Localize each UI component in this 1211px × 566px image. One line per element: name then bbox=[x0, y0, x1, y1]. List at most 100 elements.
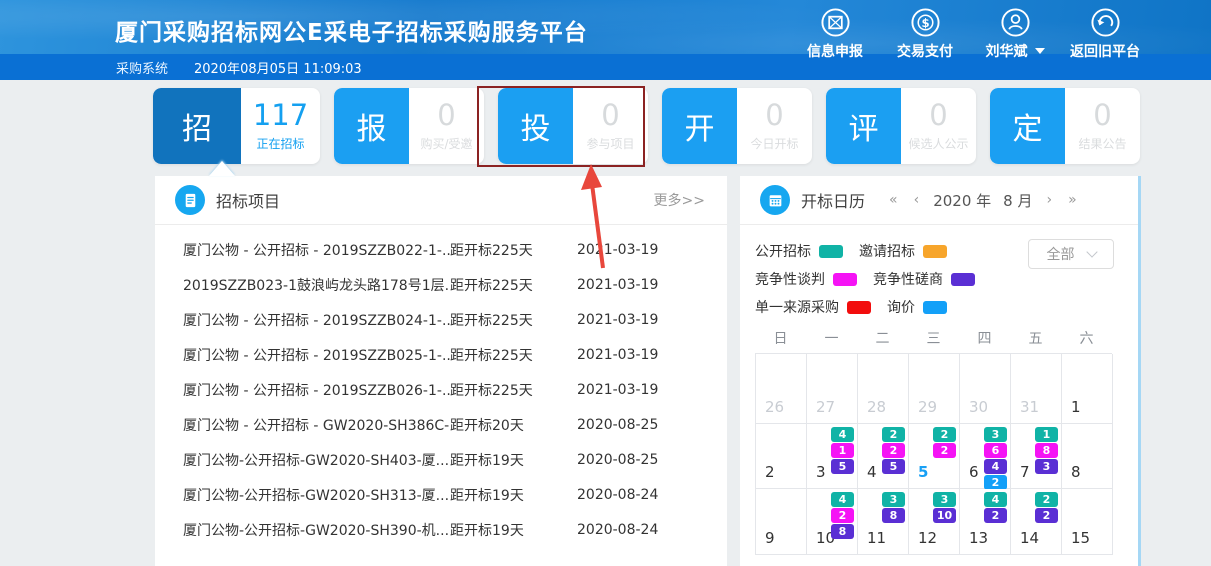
calendar-day-15[interactable]: 15 bbox=[1062, 489, 1113, 555]
next-year-button[interactable]: » bbox=[1066, 192, 1079, 208]
badge-negotiation[interactable]: 1 bbox=[831, 443, 854, 458]
project-row-7[interactable]: 厦门公物-公开招标-GW2020-SH403-厦...距开标19天2020-08… bbox=[155, 442, 727, 477]
calendar-day-30[interactable]: 30 bbox=[960, 354, 1011, 424]
badge-open[interactable]: 2 bbox=[933, 427, 956, 442]
stat-key: 招 bbox=[153, 88, 241, 164]
stat-label: 今日开标 bbox=[750, 135, 798, 152]
project-row-4[interactable]: 厦门公物 - 公开招标 - 2019SZZB025-1-...距开标225天20… bbox=[155, 337, 727, 372]
calendar-icon bbox=[760, 185, 790, 215]
project-date: 2020-08-24 bbox=[577, 522, 727, 538]
day-number: 27 bbox=[816, 398, 835, 416]
project-row-2[interactable]: 2019SZZB023-1鼓浪屿龙头路178号1层...距开标225天2021-… bbox=[155, 267, 727, 302]
chevron-down-icon[interactable] bbox=[1035, 48, 1045, 54]
badge-consultation[interactable]: 8 bbox=[831, 524, 854, 539]
project-countdown: 距开标225天 bbox=[450, 275, 577, 295]
next-month-button[interactable]: › bbox=[1044, 192, 1054, 208]
project-countdown: 距开标19天 bbox=[450, 485, 577, 505]
datetime-label: 2020年08月05日 11:09:03 bbox=[194, 58, 362, 77]
day-number: 7 bbox=[1020, 463, 1030, 481]
project-row-3[interactable]: 厦门公物 - 公开招标 - 2019SZZB024-1-...距开标225天20… bbox=[155, 302, 727, 337]
day-number: 1 bbox=[1071, 398, 1081, 416]
stat-key: 报 bbox=[334, 88, 409, 164]
calendar-day-29[interactable]: 29 bbox=[909, 354, 960, 424]
badge-open[interactable]: 2 bbox=[882, 427, 905, 442]
calendar-day-31[interactable]: 31 bbox=[1011, 354, 1062, 424]
badge-open[interactable]: 3 bbox=[882, 492, 905, 507]
calendar-day-9[interactable]: 9 bbox=[756, 489, 807, 555]
stat-card-6[interactable]: 定0结果公告 bbox=[990, 88, 1140, 164]
badge-consultation[interactable]: 2 bbox=[1035, 508, 1058, 523]
calendar-day-8[interactable]: 8 bbox=[1062, 424, 1113, 489]
calendar-panel-header: 开标日历 « ‹ 2020 年 8 月 › » bbox=[740, 176, 1138, 225]
project-row-8[interactable]: 厦门公物-公开招标-GW2020-SH313-厦...距开标19天2020-08… bbox=[155, 477, 727, 512]
badge-consultation[interactable]: 4 bbox=[984, 459, 1007, 474]
badge-consultation[interactable]: 5 bbox=[831, 459, 854, 474]
prev-month-button[interactable]: ‹ bbox=[912, 192, 922, 208]
stat-card-5[interactable]: 评0候选人公示 bbox=[826, 88, 976, 164]
badge-consultation[interactable]: 3 bbox=[1035, 459, 1058, 474]
badge-negotiation[interactable]: 2 bbox=[882, 443, 905, 458]
badge-consultation[interactable]: 5 bbox=[882, 459, 905, 474]
stat-card-4[interactable]: 开0今日开标 bbox=[662, 88, 812, 164]
calendar-panel: 开标日历 « ‹ 2020 年 8 月 › » 公开招标邀请招标竞争性谈判竞争性… bbox=[740, 176, 1141, 566]
badge-open[interactable]: 4 bbox=[831, 427, 854, 442]
weekday-label: 一 bbox=[806, 327, 857, 353]
app-header: 厦门采购招标网公E采电子招标采购服务平台 信息申报 $ 交易支付 刘华斌 bbox=[0, 0, 1211, 80]
projects-list: 厦门公物 - 公开招标 - 2019SZZB022-1-...距开标225天20… bbox=[155, 225, 727, 547]
badge-open[interactable]: 3 bbox=[933, 492, 956, 507]
badge-inquiry[interactable]: 2 bbox=[984, 475, 1007, 490]
nav-item-return-old[interactable]: 返回旧平台 bbox=[1065, 7, 1145, 61]
stat-card-1[interactable]: 招117正在招标 bbox=[153, 88, 320, 164]
project-row-9[interactable]: 厦门公物-公开招标-GW2020-SH390-机...距开标19天2020-08… bbox=[155, 512, 727, 547]
badge-consultation[interactable]: 10 bbox=[933, 508, 956, 523]
badge-open[interactable]: 4 bbox=[984, 492, 1007, 507]
calendar-day-26[interactable]: 26 bbox=[756, 354, 807, 424]
badge-negotiation[interactable]: 8 bbox=[1035, 443, 1058, 458]
calendar-day-6[interactable]: 63642 bbox=[960, 424, 1011, 489]
calendar-day-1[interactable]: 1 bbox=[1062, 354, 1113, 424]
day-number: 5 bbox=[918, 463, 928, 481]
calendar-day-4[interactable]: 4225 bbox=[858, 424, 909, 489]
badge-negotiation[interactable]: 2 bbox=[831, 508, 854, 523]
calendar-filter-dropdown[interactable]: 全部 bbox=[1028, 239, 1114, 269]
calendar-day-10[interactable]: 10428 bbox=[807, 489, 858, 555]
calendar-day-3[interactable]: 3415 bbox=[807, 424, 858, 489]
day-badges: 415 bbox=[831, 427, 854, 474]
project-row-5[interactable]: 厦门公物 - 公开招标 - 2019SZZB026-1-...距开标225天20… bbox=[155, 372, 727, 407]
badge-negotiation[interactable]: 6 bbox=[984, 443, 1007, 458]
badge-open[interactable]: 3 bbox=[984, 427, 1007, 442]
project-row-6[interactable]: 厦门公物 - 公开招标 - GW2020-SH386C-...距开标20天202… bbox=[155, 407, 727, 442]
project-row-1[interactable]: 厦门公物 - 公开招标 - 2019SZZB022-1-...距开标225天20… bbox=[155, 232, 727, 267]
badge-open[interactable]: 1 bbox=[1035, 427, 1058, 442]
return-icon bbox=[1090, 7, 1121, 38]
legend-open: 公开招标 bbox=[755, 241, 843, 261]
calendar-day-5[interactable]: 522 bbox=[909, 424, 960, 489]
calendar-day-28[interactable]: 28 bbox=[858, 354, 909, 424]
stat-count: 117 bbox=[253, 101, 308, 130]
calendar-day-13[interactable]: 1342 bbox=[960, 489, 1011, 555]
badge-consultation[interactable]: 8 bbox=[882, 508, 905, 523]
badge-open[interactable]: 2 bbox=[1035, 492, 1058, 507]
calendar-day-27[interactable]: 27 bbox=[807, 354, 858, 424]
projects-more-link[interactable]: 更多>> bbox=[654, 190, 705, 210]
stat-count: 0 bbox=[437, 101, 455, 130]
nav-item-payment[interactable]: $ 交易支付 bbox=[885, 7, 965, 61]
badge-negotiation[interactable]: 2 bbox=[933, 443, 956, 458]
badge-open[interactable]: 4 bbox=[831, 492, 854, 507]
prev-year-button[interactable]: « bbox=[887, 192, 900, 208]
badge-consultation[interactable]: 2 bbox=[984, 508, 1007, 523]
stat-card-2[interactable]: 报0购买/受邀 bbox=[334, 88, 484, 164]
calendar-day-7[interactable]: 7 183 bbox=[1011, 424, 1062, 489]
calendar-day-12[interactable]: 12310 bbox=[909, 489, 960, 555]
day-number: 28 bbox=[867, 398, 886, 416]
nav-item-info-report[interactable]: 信息申报 bbox=[795, 7, 875, 61]
calendar-day-11[interactable]: 1138 bbox=[858, 489, 909, 555]
weekday-label: 六 bbox=[1061, 327, 1112, 353]
day-badges: 22 bbox=[1035, 492, 1058, 523]
nav-item-user[interactable]: 刘华斌 bbox=[975, 7, 1055, 61]
calendar-day-14[interactable]: 1422 bbox=[1011, 489, 1062, 555]
calendar-day-2[interactable]: 2 bbox=[756, 424, 807, 489]
legend-label: 邀请招标 bbox=[859, 241, 915, 261]
legend-label: 竞争性磋商 bbox=[873, 269, 943, 289]
day-badges: 183 bbox=[1035, 427, 1058, 474]
